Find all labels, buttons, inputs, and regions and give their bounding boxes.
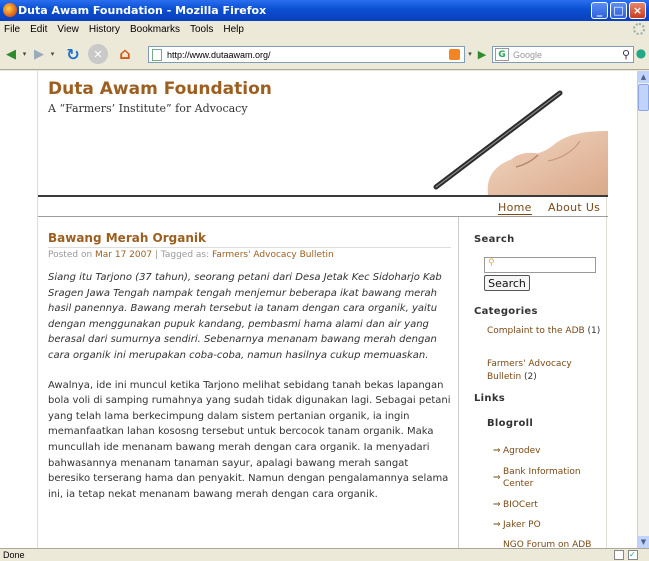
sidebar-search-button[interactable]: Search [484, 275, 530, 291]
navigation-toolbar: ◀ ▾ ▶ ▾ ↻ ✕ ⌂ http://www.dutaawam.org/ ▾… [0, 38, 649, 70]
category-count: (2) [524, 372, 537, 382]
menu-tools[interactable]: Tools [190, 24, 213, 35]
page-content: Duta Awam Foundation A “Farmers’ Institu… [0, 71, 637, 548]
site-tagline: A “Farmers’ Institute” for Advocacy [48, 102, 248, 115]
post-paragraph-2: Awalnya, ide ini muncul ketika Tarjono m… [48, 379, 451, 500]
search-engine-box[interactable]: G Google [492, 46, 634, 63]
meta-posted-label: Posted on [48, 250, 96, 260]
blogroll-label[interactable]: Agrodev [503, 446, 540, 456]
search-heading: Search [474, 234, 515, 245]
site-navigation: Home About Us [38, 199, 608, 217]
post-meta: Posted on Mar 17 2007 | Tagged as: Farme… [48, 250, 451, 260]
blogroll-link-bank-information-center[interactable]: ⇒ Bank Information Center [493, 466, 603, 490]
scroll-up-icon[interactable]: ▲ [638, 71, 649, 83]
site-header: Duta Awam Foundation A “Farmers’ Institu… [38, 71, 608, 197]
blogroll-label[interactable]: BIOCert [503, 500, 538, 510]
status-check-icon[interactable]: ✓ [628, 550, 638, 560]
menu-bookmarks[interactable]: Bookmarks [130, 24, 180, 35]
post-title[interactable]: Bawang Merah Organik [48, 231, 451, 248]
rss-icon[interactable] [449, 49, 460, 60]
blogroll-heading: Blogroll [487, 418, 534, 429]
menu-file[interactable]: File [4, 24, 20, 35]
window-title: Duta Awam Foundation - Mozilla Firefox [18, 4, 267, 17]
status-page-icon[interactable] [614, 550, 624, 560]
status-bar: Done ✓ [0, 548, 649, 561]
sidebar: Search ⚲ Search Categories Complaint to … [458, 217, 608, 548]
go-icon[interactable]: ▶ [476, 47, 488, 61]
category-count: (1) [587, 326, 601, 336]
arrow-icon: ⇒ [493, 473, 501, 483]
post-article: Bawang Merah Organik Posted on Mar 17 20… [48, 231, 451, 502]
sidebar-search-input[interactable]: ⚲ [484, 257, 596, 273]
menu-bar: File Edit View History Bookmarks Tools H… [0, 21, 649, 38]
arrow-icon: ⇒ [493, 520, 501, 530]
home-icon[interactable]: ⌂ [114, 42, 136, 64]
url-dropdown-icon[interactable]: ▾ [466, 48, 474, 60]
url-bar[interactable]: http://www.dutaawam.org/ [148, 46, 465, 63]
categories-heading: Categories [474, 306, 538, 317]
arrow-icon: ⇒ [493, 500, 501, 510]
stop-icon[interactable]: ✕ [88, 44, 108, 64]
throbber-icon [633, 23, 645, 35]
search-placeholder: Google [513, 49, 543, 60]
url-text: http://www.dutaawam.org/ [167, 49, 271, 60]
nav-home-link[interactable]: Home [498, 201, 532, 215]
menu-history[interactable]: History [89, 24, 120, 35]
web-page: Duta Awam Foundation A “Farmers’ Institu… [37, 71, 608, 548]
category-item[interactable]: Complaint to the ADB (1) [487, 325, 607, 338]
blogroll-link-ngo-forum[interactable]: ⇒NGO Forum on ADB [493, 539, 603, 548]
blogroll-label[interactable]: Jaker PO [503, 520, 541, 530]
nav-about-link[interactable]: About Us [548, 201, 600, 214]
browser-window: Duta Awam Foundation - Mozilla Firefox _… [0, 0, 649, 561]
search-magnifier-icon: ⚲ [488, 258, 495, 268]
forward-dropdown-icon[interactable]: ▾ [48, 48, 57, 60]
title-bar: Duta Awam Foundation - Mozilla Firefox _… [0, 0, 649, 21]
meta-tag-label: | Tagged as: [152, 250, 212, 260]
forward-icon[interactable]: ▶ [30, 46, 48, 62]
category-label[interactable]: Complaint to the ADB [487, 326, 585, 336]
post-date: Mar 17 2007 [95, 250, 153, 260]
search-go-icon[interactable]: ⚲ [620, 47, 632, 61]
reload-icon[interactable]: ↻ [62, 43, 84, 65]
close-button[interactable]: × [629, 2, 646, 19]
back-dropdown-icon[interactable]: ▾ [20, 48, 29, 60]
arrow-icon: ⇒ [493, 446, 501, 456]
post-tag-link[interactable]: Farmers' Advocacy Bulletin [212, 250, 334, 260]
status-text: Done [3, 550, 25, 560]
menu-edit[interactable]: Edit [30, 24, 47, 35]
blogroll-link-agrodev[interactable]: ⇒ Agrodev [493, 445, 603, 457]
back-icon[interactable]: ◀ [2, 46, 20, 62]
page-icon [152, 49, 162, 61]
site-title[interactable]: Duta Awam Foundation [48, 79, 272, 99]
google-icon[interactable]: G [495, 48, 509, 61]
menu-help[interactable]: Help [223, 24, 244, 35]
category-item[interactable]: Farmers' Advocacy Bulletin (2) [487, 358, 607, 384]
vertical-scrollbar[interactable]: ▲ ▼ [637, 71, 649, 548]
menu-view[interactable]: View [57, 24, 79, 35]
scrollbar-thumb[interactable] [638, 84, 649, 111]
blogroll-link-jaker-po[interactable]: ⇒ Jaker PO [493, 519, 603, 531]
extension-icon[interactable]: ● [635, 44, 647, 62]
scroll-down-icon[interactable]: ▼ [638, 536, 649, 548]
minimize-button[interactable]: _ [591, 2, 608, 19]
blogroll-label[interactable]: NGO Forum on ADB [503, 540, 591, 548]
blogroll-label[interactable]: Bank Information Center [503, 467, 581, 489]
post-paragraph-1: Siang itu Tarjono (37 tahun), seorang pe… [48, 272, 442, 361]
firefox-logo-icon [3, 3, 17, 17]
blogroll-link-biocert[interactable]: ⇒ BIOCert [493, 499, 603, 511]
header-hand-pen-image [428, 71, 608, 195]
maximize-button[interactable]: □ [610, 2, 627, 19]
links-heading: Links [474, 393, 506, 404]
